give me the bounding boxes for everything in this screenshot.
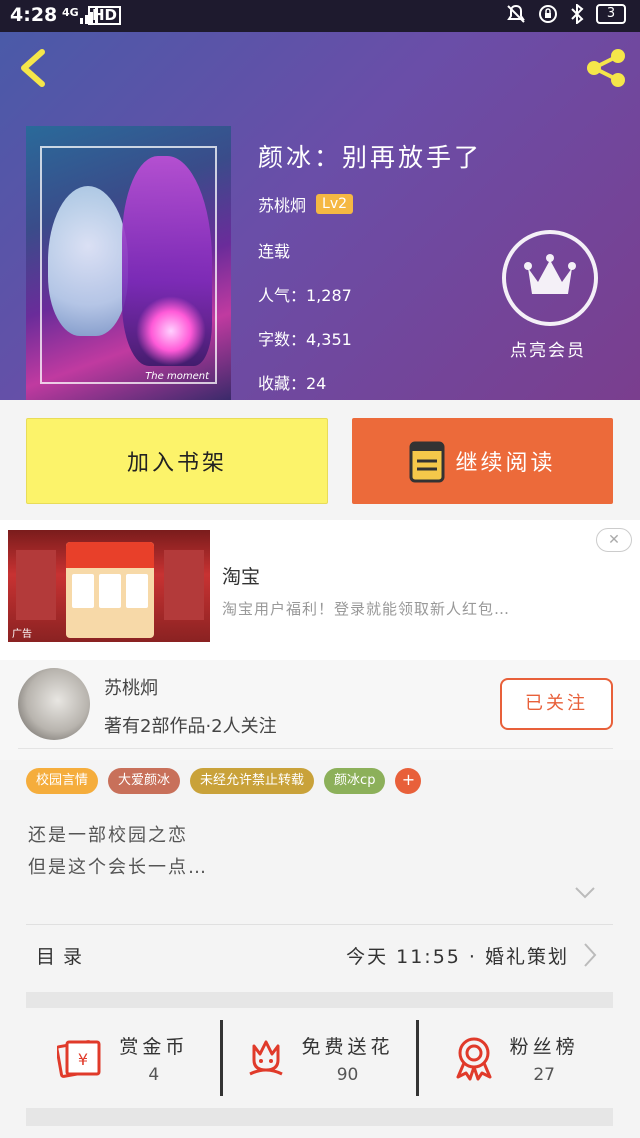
coin-envelope-icon: ¥ (57, 1040, 101, 1078)
tag-list: 校园言情 大爱颜冰 未经允许禁止转载 颜冰cp + (26, 768, 422, 794)
flower-icon (248, 1040, 283, 1076)
table-of-contents-row[interactable]: 目录 今天 11:55 · 婚礼策划 (26, 930, 613, 982)
description-line: 还是一部校园之恋 (28, 825, 188, 846)
action-value: 90 (336, 1064, 359, 1085)
lock-rotation-icon (539, 5, 557, 23)
tag-item[interactable]: 未经允许禁止转载 (190, 768, 315, 794)
toc-label: 目录 (36, 946, 91, 968)
action-value: 27 (533, 1064, 555, 1085)
ad-thumb-product (72, 574, 94, 608)
svg-text:¥: ¥ (78, 1050, 88, 1069)
ad-thumb-panel-header (66, 542, 154, 568)
tag-item[interactable]: 大爱颜冰 (108, 768, 181, 794)
network-indicator: 4G (62, 6, 79, 19)
action-label: 赏金币 (119, 1035, 189, 1058)
ad-banner[interactable]: 广告 淘宝 淘宝用户福利！登录就能领取新人红包… ✕ (0, 520, 640, 660)
battery-icon: 3 (596, 4, 626, 24)
mute-bell-icon (507, 4, 525, 23)
book-author-line: 苏桃炯 Lv2 (258, 192, 354, 216)
description-line: 但是这个会长一点… (28, 857, 208, 878)
book-description: 还是一部校园之恋 但是这个会长一点… (28, 820, 208, 884)
fan-ranking-button[interactable]: 粉丝榜 27 (416, 1020, 613, 1096)
section-separator (26, 992, 613, 1008)
continue-reading-label: 继续阅读 (455, 451, 556, 476)
send-flower-button[interactable]: 免费送花 90 (219, 1020, 417, 1096)
author-section: 苏桃炯 著有2部作品·2人关注 已关注 (0, 660, 640, 760)
author-level-badge: Lv2 (316, 194, 354, 214)
action-label: 粉丝榜 (509, 1035, 579, 1058)
vip-label[interactable]: 点亮会员 (510, 336, 586, 361)
book-header: The moment 颜冰：别再放手了 苏桃炯 Lv2 连载 人气：1,287 … (0, 32, 640, 400)
tag-item[interactable]: 校园言情 (26, 768, 99, 794)
action-label: 免费送花 (301, 1035, 394, 1058)
book-icon (409, 441, 445, 483)
ad-thumb-side-right (164, 550, 204, 620)
hd-badge: HD (88, 6, 122, 25)
cover-signature: The moment (145, 371, 209, 382)
divider (26, 924, 613, 925)
add-to-shelf-label: 加入书架 (126, 451, 227, 476)
divider (18, 748, 613, 749)
award-icon (456, 1037, 492, 1081)
latest-chapter: 今天 11:55 · 婚礼策划 (346, 946, 569, 968)
ad-title[interactable]: 淘宝 (222, 562, 260, 589)
popularity-stat: 人气：1,287 (258, 286, 352, 305)
section-separator (26, 1108, 613, 1126)
add-tag-button[interactable]: + (395, 768, 422, 794)
vip-crown-button[interactable] (502, 230, 598, 326)
book-cover[interactable]: The moment (26, 126, 231, 400)
chevron-down-icon[interactable] (574, 886, 596, 900)
ad-close-button[interactable]: ✕ (596, 528, 632, 552)
status-bar: 4:28 4G HD 3 (0, 0, 640, 32)
ad-thumb-product (126, 574, 148, 608)
cover-frame (40, 146, 217, 384)
ad-thumb-side-left (16, 550, 56, 620)
reader-actions: ¥ 赏金币 4 免费送花 90 粉丝榜 27 (26, 1020, 613, 1096)
favorites-stat: 收藏：24 (258, 374, 327, 393)
author-name[interactable]: 苏桃炯 (104, 674, 158, 700)
book-title: 颜冰：别再放手了 (258, 143, 483, 172)
word-count-stat: 字数：4,351 (258, 330, 352, 349)
serial-status: 连载 (258, 242, 291, 261)
continue-reading-button[interactable]: 继续阅读 (352, 418, 613, 504)
ad-thumbnail[interactable]: 广告 (8, 530, 210, 642)
ad-description[interactable]: 淘宝用户福利！登录就能领取新人红包… (222, 598, 510, 619)
share-icon[interactable] (582, 46, 630, 90)
reward-coins-button[interactable]: ¥ 赏金币 4 (26, 1020, 220, 1096)
book-author-name[interactable]: 苏桃炯 (258, 192, 306, 216)
chevron-right-icon (584, 943, 597, 967)
add-to-shelf-button[interactable]: 加入书架 (26, 418, 328, 504)
bluetooth-icon (571, 4, 584, 24)
crown-icon (524, 254, 576, 294)
follow-button[interactable]: 已关注 (500, 678, 613, 730)
back-arrow-icon[interactable] (14, 46, 54, 90)
status-time: 4:28 (10, 4, 58, 26)
ad-tag: 广告 (12, 629, 32, 640)
ad-thumb-product (99, 574, 121, 608)
author-works: 著有2部作品·2人关注 (104, 716, 277, 737)
action-value: 4 (148, 1064, 160, 1085)
tag-item[interactable]: 颜冰cp (324, 768, 386, 794)
avatar[interactable] (18, 668, 90, 740)
